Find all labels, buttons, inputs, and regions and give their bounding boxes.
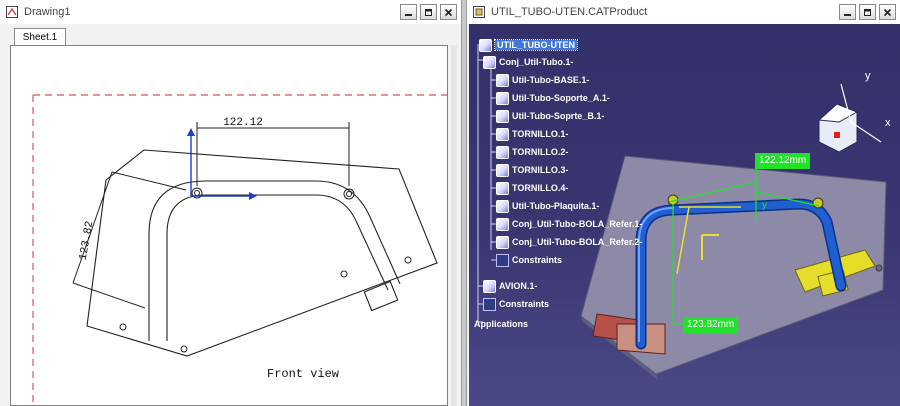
- sheet-frame: [32, 94, 447, 405]
- product-icon: [483, 55, 496, 69]
- tree-item-label: Constraints: [499, 299, 550, 309]
- dimension-vertical-label: 123.82: [78, 220, 97, 261]
- close-button[interactable]: [879, 4, 896, 20]
- close-icon: [444, 8, 453, 16]
- screw-hole: [180, 345, 188, 353]
- axis-y-label: y: [762, 200, 767, 211]
- part-icon: [496, 163, 509, 177]
- tree-item-label: Conj_Util-Tubo-BOLA_Refer.2-: [512, 237, 643, 247]
- tree-item-label: Conj_Util-Tubo-BOLA_Refer.1-: [512, 219, 643, 229]
- tree-item-avion[interactable]: AVION.1-: [483, 278, 537, 294]
- screw-hole: [194, 190, 200, 196]
- tube-outer-edge: [148, 180, 401, 341]
- clamp-block: [363, 280, 399, 312]
- specification-tree: UTIL_TUBO-UTEN Conj_Util-Tubo.1- Util-Tu…: [469, 24, 669, 354]
- view-label: Front view: [267, 367, 340, 381]
- product-app-icon: [473, 6, 485, 18]
- compass-x-label: x: [885, 117, 891, 129]
- tree-item-label: TORNILLO.4-: [512, 183, 569, 193]
- tree-item-root[interactable]: UTIL_TUBO-UTEN: [479, 37, 578, 53]
- tree-item-label: Util-Tubo-Plaquita.1-: [512, 201, 600, 211]
- part-icon: [496, 181, 509, 195]
- axis-h-arrow-icon: [249, 192, 257, 200]
- front-view-drawing: 122.12 123.82 Front view: [32, 94, 447, 405]
- tube-inner-edge: [166, 194, 389, 341]
- close-button[interactable]: [440, 4, 457, 20]
- tree-item-tornillo-4[interactable]: TORNILLO.4-: [496, 180, 568, 196]
- tree-item-soporte-a[interactable]: Util-Tubo-Soporte_A.1-: [496, 90, 610, 106]
- tree-item-bola-refer-1[interactable]: Conj_Util-Tubo-BOLA_Refer.1-: [496, 216, 642, 232]
- tree-item-constraints[interactable]: Constraints: [483, 296, 549, 312]
- measure-label-vertical: 123.82mm: [683, 317, 739, 333]
- tree-item-label: UTIL_TUBO-UTEN: [494, 39, 578, 51]
- tree-item-tornillo-1[interactable]: TORNILLO.1-: [496, 126, 568, 142]
- tree-item-label: Applications: [474, 319, 529, 329]
- part-icon: [496, 145, 509, 159]
- product-icon: [496, 217, 509, 231]
- product-window: UTIL_TUBO-UTEN.CATProduct y y x 122.12mm…: [466, 0, 900, 406]
- tree-item-util-tubo-base[interactable]: Util-Tubo-BASE.1-: [496, 72, 589, 88]
- part-icon: [496, 109, 509, 123]
- product-icon: [496, 235, 509, 249]
- tree-item-constraints-inner[interactable]: Constraints: [496, 252, 562, 268]
- tree-item-conj-util-tubo[interactable]: Conj_Util-Tubo.1-: [483, 54, 573, 70]
- minimize-icon: [405, 13, 412, 16]
- tree-item-label: TORNILLO.1-: [512, 129, 569, 139]
- part-icon: [496, 199, 509, 213]
- compass-y-label: y: [865, 70, 871, 82]
- restore-button[interactable]: [420, 4, 437, 20]
- tree-item-bola-refer-2[interactable]: Conj_Util-Tubo-BOLA_Refer.2-: [496, 234, 642, 250]
- drawing-titlebar[interactable]: Drawing1: [0, 0, 461, 24]
- 3d-viewport[interactable]: y y x 122.12mm 123.82mm UTIL_TUBO-UTEN C…: [469, 24, 900, 406]
- drawing-window: Drawing1 Sheet.1 122.12 123.82 Front vie…: [0, 0, 462, 406]
- tree-item-label: Conj_Util-Tubo.1-: [499, 57, 574, 67]
- tree-item-soprte-b[interactable]: Util-Tubo-Soprte_B.1-: [496, 108, 604, 124]
- tree-item-label: TORNILLO.2-: [512, 147, 569, 157]
- product-titlebar[interactable]: UTIL_TUBO-UTEN.CATProduct: [467, 0, 900, 24]
- tree-item-label: AVION.1-: [499, 281, 538, 291]
- product-icon: [479, 38, 492, 52]
- constraints-icon: [496, 253, 509, 267]
- tree-item-plaquita[interactable]: Util-Tubo-Plaquita.1-: [496, 198, 599, 214]
- screw-hole: [404, 256, 412, 264]
- tree-item-tornillo-3[interactable]: TORNILLO.3-: [496, 162, 568, 178]
- tree-item-label: Constraints: [512, 255, 563, 265]
- restore-icon: [425, 8, 432, 16]
- product-window-title: UTIL_TUBO-UTEN.CATProduct: [491, 6, 648, 18]
- constraints-icon: [483, 297, 496, 311]
- drawing-window-title: Drawing1: [24, 6, 71, 18]
- vertical-scrollbar[interactable]: [451, 45, 457, 406]
- product-icon: [483, 279, 496, 293]
- tree-item-tornillo-2[interactable]: TORNILLO.2-: [496, 144, 568, 160]
- dimension-horizontal-label: 122.12: [223, 117, 263, 129]
- screw: [875, 264, 883, 272]
- sheet-tabstrip: Sheet.1: [6, 24, 455, 48]
- drawing-app-icon: [6, 6, 18, 18]
- screw-hole: [340, 270, 348, 278]
- minimize-button[interactable]: [839, 4, 856, 20]
- measure-label-horizontal: 122.12mm: [755, 153, 811, 169]
- minimize-button[interactable]: [400, 4, 417, 20]
- close-icon: [883, 8, 892, 16]
- part-icon: [496, 73, 509, 87]
- restore-icon: [864, 8, 871, 16]
- tree-item-label: TORNILLO.3-: [512, 165, 569, 175]
- part-icon: [496, 91, 509, 105]
- tree-item-label: Util-Tubo-BASE.1-: [512, 75, 590, 85]
- dimension-lines-horizontal: [196, 122, 350, 186]
- screw-hole: [119, 323, 127, 331]
- tree-item-applications[interactable]: Applications: [474, 316, 528, 332]
- drawing-sheet[interactable]: 122.12 123.82 Front view: [10, 45, 448, 406]
- tree-item-label: Util-Tubo-Soprte_B.1-: [512, 111, 605, 121]
- compass-point: [834, 132, 840, 138]
- axis-v-arrow-icon: [187, 128, 195, 136]
- part-icon: [496, 127, 509, 141]
- restore-button[interactable]: [859, 4, 876, 20]
- screw: [812, 197, 824, 209]
- minimize-icon: [844, 13, 851, 16]
- screw-hole: [346, 191, 352, 197]
- tree-item-label: Util-Tubo-Soporte_A.1-: [512, 93, 610, 103]
